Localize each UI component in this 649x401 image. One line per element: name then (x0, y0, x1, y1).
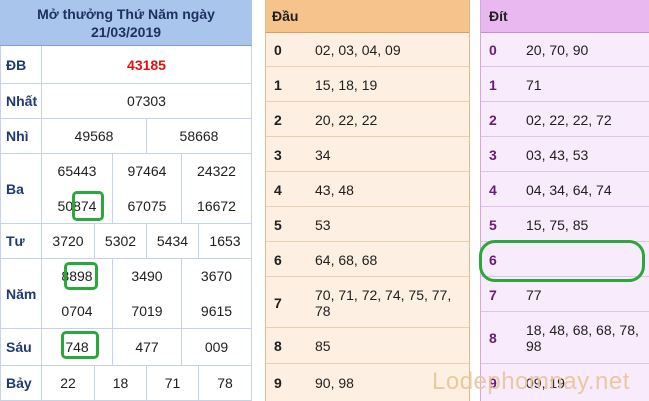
result-header: Mở thưởng Thứ Năm ngày 21/03/2019 (0, 0, 252, 46)
dau-row: 7 70, 71, 72, 74, 75, 77, 78 (266, 277, 469, 328)
seventh-prize-value: 18 (112, 375, 129, 391)
dit-row: 3 03, 43, 53 (481, 137, 649, 172)
dit-row-values: 18, 48, 68, 68, 78, 98 (526, 322, 639, 354)
dau-row: 4 43, 48 (266, 172, 469, 207)
dau-row-number: 9 (274, 374, 282, 391)
dit-row: 7 77 (481, 277, 649, 312)
third-prize-value: 16672 (197, 198, 236, 214)
seventh-prize-value: 71 (164, 375, 181, 391)
dau-header: Đầu (266, 0, 469, 33)
prize-label-nhi: Nhì (6, 128, 29, 144)
dau-row-values: 15, 18, 19 (315, 76, 378, 93)
sixth-prize-value: 477 (135, 339, 159, 355)
second-prize-value: 49568 (74, 128, 114, 144)
dit-row-values: 03, 43, 53 (526, 146, 589, 163)
fifth-prize-value: 3670 (200, 268, 233, 284)
dit-row-number: 7 (489, 286, 497, 303)
dit-row-values: 77 (526, 286, 542, 303)
dau-row-number: 0 (274, 42, 282, 58)
highlight-ellipse (479, 240, 645, 282)
prize-label-sau: Sáu (6, 339, 32, 355)
dau-row-values: 43, 48 (315, 181, 354, 198)
dau-row-number: 7 (274, 294, 282, 311)
dau-row: 1 15, 18, 19 (266, 67, 469, 102)
dit-row-values: 04, 34, 64, 74 (526, 181, 612, 198)
dau-row-number: 4 (274, 181, 282, 198)
dau-row-values: 34 (315, 146, 331, 163)
watermark: Lodephomnay.net (432, 368, 630, 395)
result-title-date: 21/03/2019 (90, 23, 162, 40)
dau-row-number: 5 (274, 216, 282, 233)
dau-row: 2 20, 22, 22 (266, 102, 469, 137)
prize-label-nam: Năm (6, 285, 37, 302)
dit-row-number: 3 (489, 146, 497, 163)
third-prize-value: 67075 (127, 198, 167, 214)
dau-row-values: 64, 68, 68 (315, 251, 378, 268)
sixth-prize-value: 009 (204, 339, 229, 355)
dit-row-values: 02, 22, 22, 72 (526, 111, 612, 128)
prize-label-ba: Ba (6, 180, 24, 197)
fifth-prize-value: 8898 (61, 268, 93, 284)
fourth-prize-value: 1653 (209, 233, 241, 249)
fourth-prize-value: 3720 (52, 233, 84, 249)
dit-row: 2 02, 22, 22, 72 (481, 102, 649, 137)
dau-row-number: 2 (274, 111, 282, 128)
dit-row: 0 20, 70, 90 (481, 33, 649, 67)
dau-row-values: 85 (315, 338, 331, 354)
special-prize-value: 43185 (127, 57, 166, 73)
dit-row-number: 4 (489, 181, 497, 198)
dau-row-number: 1 (274, 76, 282, 93)
dit-table: Đít 0 20, 70, 90 1 71 2 02, 22, 22, 72 3… (479, 0, 649, 401)
dau-row-number: 6 (274, 251, 282, 268)
seventh-prize-value: 22 (60, 375, 76, 391)
seventh-prize-value: 78 (217, 375, 233, 391)
prize-label-db: ĐB (6, 57, 27, 73)
third-prize-value: 50874 (57, 198, 97, 214)
dit-row: 5 15, 75, 85 (481, 207, 649, 242)
dit-row-values: 20, 70, 90 (526, 42, 589, 58)
dit-row-number: 1 (489, 76, 497, 93)
dau-row: 6 64, 68, 68 (266, 242, 469, 277)
dau-row-values: 20, 22, 22 (315, 111, 378, 128)
third-prize-value: 65443 (57, 163, 97, 179)
dit-row-number: 2 (489, 111, 497, 128)
result-title-day: Mở thưởng Thứ Năm ngày (37, 5, 215, 22)
dau-header-label: Đầu (272, 8, 299, 24)
dit-row-number: 8 (489, 330, 497, 346)
dau-row-values: 02, 03, 04, 09 (315, 42, 401, 58)
dit-header-label: Đít (489, 8, 508, 24)
fourth-prize-value: 5434 (156, 233, 189, 249)
dit-row-number: 0 (489, 42, 497, 58)
dau-row-number: 8 (274, 338, 282, 354)
prize-label-nhat: Nhất (6, 93, 38, 109)
dit-row-values: 71 (526, 76, 542, 93)
dau-row-values: 70, 71, 72, 74, 75, 77, 78 (315, 286, 452, 319)
second-prize-value: 58668 (179, 128, 219, 144)
fifth-prize-value: 3490 (131, 268, 163, 284)
dau-row: 5 53 (266, 207, 469, 242)
fifth-prize-value: 0704 (61, 303, 93, 319)
dit-row-number: 5 (489, 216, 497, 233)
third-prize-value: 24322 (197, 163, 236, 179)
sixth-prize-value: 748 (65, 339, 89, 355)
third-prize-value: 97464 (127, 163, 167, 179)
dau-row-values: 53 (315, 216, 331, 233)
dau-row: 3 34 (266, 137, 469, 172)
prize-label-bay: Bảy (6, 375, 32, 391)
fifth-prize-value: 9615 (200, 303, 233, 319)
dau-row: 8 85 (266, 328, 469, 364)
fifth-prize-value: 7019 (131, 303, 163, 319)
dit-row: 1 71 (481, 67, 649, 102)
dit-row: 4 04, 34, 64, 74 (481, 172, 649, 207)
prize-label-tu: Tư (6, 233, 25, 249)
result-table: Mở thưởng Thứ Năm ngày 21/03/2019 ĐB Nhấ… (0, 0, 252, 401)
dau-row-number: 3 (274, 146, 282, 163)
fourth-prize-value: 5302 (104, 233, 137, 249)
dit-row-values: 15, 75, 85 (526, 216, 589, 233)
dau-row: 0 02, 03, 04, 09 (266, 33, 469, 67)
dit-header: Đít (481, 0, 649, 33)
first-prize-value: 07303 (127, 93, 166, 109)
dit-row: 8 18, 48, 68, 68, 78, 98 (481, 312, 649, 364)
dau-table: Đầu 0 02, 03, 04, 09 1 15, 18, 19 2 20, … (265, 0, 470, 401)
